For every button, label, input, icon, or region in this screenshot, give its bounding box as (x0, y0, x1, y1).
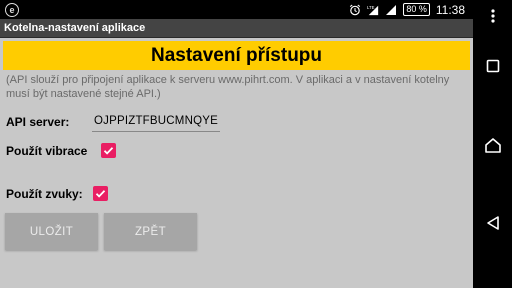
clock: 11:38 (435, 2, 465, 17)
save-button[interactable]: ULOŽIT (5, 213, 98, 250)
app-title: Kotelna-nastavení aplikace (0, 19, 473, 38)
battery-percent: 80 % (403, 3, 430, 16)
recent-apps-icon[interactable] (473, 56, 512, 76)
sound-checkbox[interactable] (92, 186, 108, 201)
vibration-label: Použít vibrace (6, 143, 88, 158)
app-window: Kotelna-nastavení aplikace Nastavení pří… (0, 19, 473, 288)
network-lte-icon: LTE (367, 4, 379, 16)
navigation-bar (473, 0, 512, 288)
overflow-menu-icon[interactable] (473, 8, 512, 24)
section-banner: Nastavení přístupu (3, 41, 470, 70)
vibration-row: Použít vibrace (6, 143, 117, 158)
back-navigation-icon[interactable] (473, 212, 512, 234)
status-bar: e LTE 80 % 11:38 (0, 0, 473, 19)
battery-indicator: 80 % (403, 3, 430, 16)
app-notification-icon: e (5, 3, 19, 17)
api-server-row: API server: (6, 115, 69, 129)
checkmark-icon (95, 190, 105, 198)
svg-text:LTE: LTE (367, 5, 375, 10)
home-icon[interactable] (473, 134, 512, 156)
status-icons: LTE 80 % 11:38 (349, 0, 465, 19)
alarm-icon (349, 4, 361, 16)
api-server-input[interactable]: OJPPIZTFBUCMNQYE (92, 112, 220, 132)
checkmark-icon (104, 147, 114, 155)
api-server-label: API server: (6, 115, 70, 129)
signal-icon (385, 4, 397, 16)
back-button[interactable]: ZPĚT (104, 213, 197, 250)
api-hint-text: (API slouží pro připojení aplikace k ser… (6, 74, 450, 100)
vibration-checkbox[interactable] (101, 143, 117, 158)
sound-row: Použít zvuky: (6, 186, 108, 201)
sound-label: Použít zvuky: (6, 186, 83, 201)
